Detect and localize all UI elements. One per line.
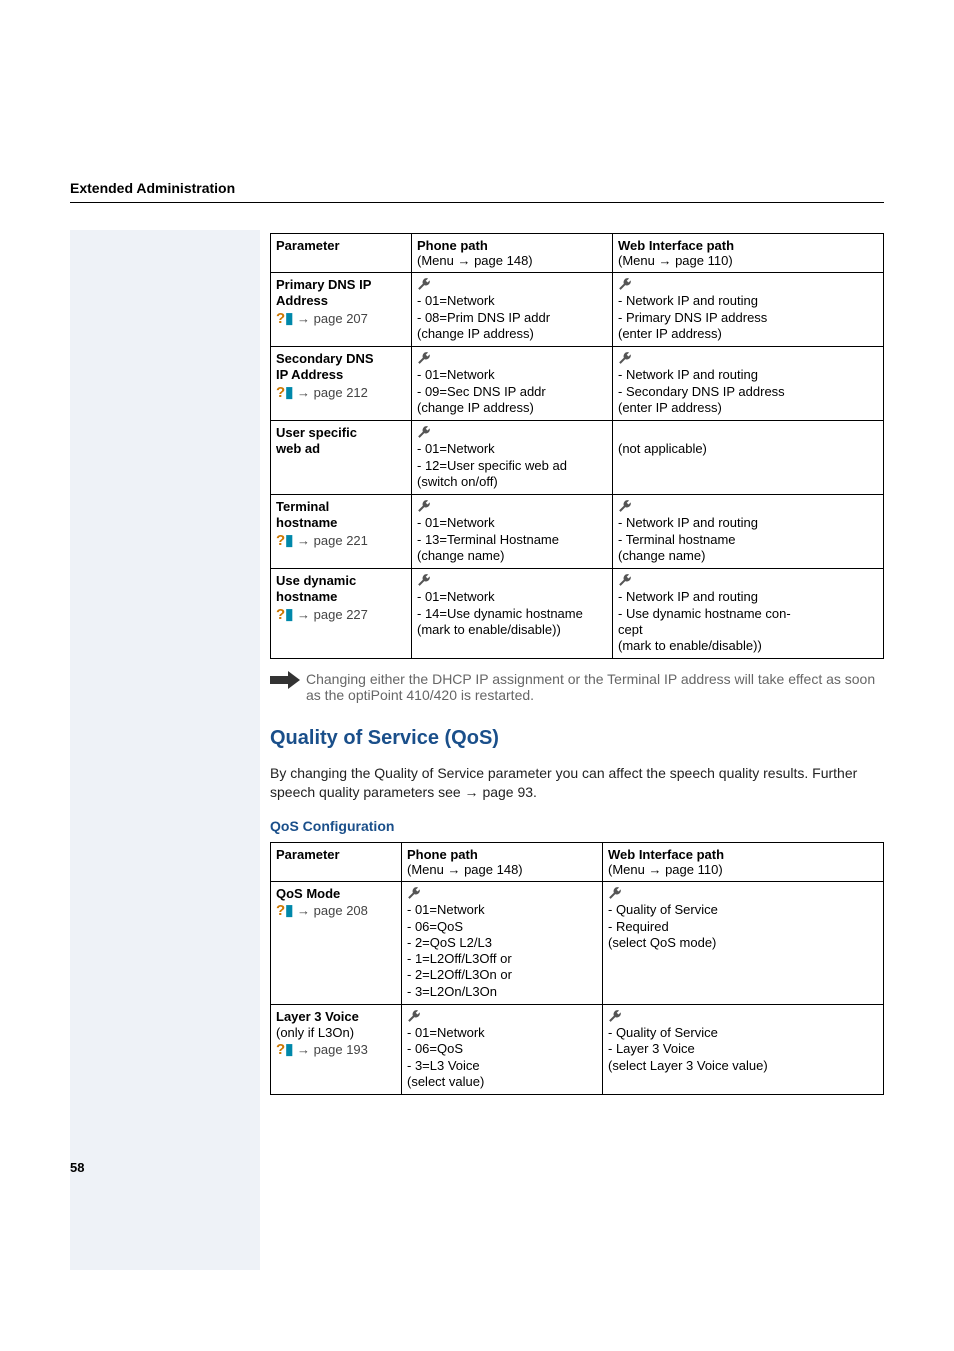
page-header: Extended Administration <box>70 180 884 203</box>
web-path-cell: - Network IP and routing- Primary DNS IP… <box>613 273 884 347</box>
phone-path-cell: - 01=Network- 06=QoS- 3=L3 Voice(select … <box>402 1004 603 1094</box>
web-path-cell: - Network IP and routing- Secondary DNS … <box>613 347 884 421</box>
phone-path-cell: - 01=Network- 08=Prim DNS IP addr(change… <box>412 273 613 347</box>
web-path-cell: - Quality of Service- Required(select Qo… <box>603 882 884 1005</box>
page-ref-link[interactable]: ?▮ → page 193 <box>276 1042 368 1057</box>
page-ref-text: → page 212 <box>293 385 367 400</box>
wrench-icon <box>417 351 431 366</box>
qos-heading: Quality of Service (QoS) <box>270 727 884 750</box>
wrench-icon <box>417 425 431 440</box>
table-row: Terminalhostname?▮ → page 221 <box>271 495 412 569</box>
table-row: Use dynamichostname?▮ → page 227 <box>271 569 412 659</box>
wrench-icon <box>417 499 431 514</box>
th-phone-path: Phone path <box>417 238 488 253</box>
phone-path-cell: - 01=Network- 13=Terminal Hostname(chang… <box>412 495 613 569</box>
wrench-icon <box>608 886 622 901</box>
wrench-icon <box>417 277 431 292</box>
left-margin-bar <box>70 230 260 1270</box>
page-ref-text: → page 207 <box>293 311 367 326</box>
th-web-path: Web Interface path <box>618 238 734 253</box>
th2-parameter: Parameter <box>271 843 402 882</box>
wrench-icon <box>417 573 431 588</box>
wrench-icon <box>407 1009 421 1024</box>
wrench-icon <box>618 277 632 292</box>
page-ref-text: → page 227 <box>293 607 367 622</box>
phone-path-cell: - 01=Network- 09=Sec DNS IP addr(change … <box>412 347 613 421</box>
th2-web-path-sub: (Menu → page 110) <box>608 862 723 877</box>
th2-phone-path: Phone path <box>407 847 478 862</box>
note-arrow-icon <box>270 671 306 692</box>
phone-path-cell: - 01=Network- 06=QoS- 2=QoS L2/L3- 1=L2O… <box>402 882 603 1005</box>
page-ref-text: → page 208 <box>293 903 367 918</box>
page-ref-link[interactable]: ?▮ → page 221 <box>276 533 368 548</box>
table-row: User specificweb ad <box>271 421 412 495</box>
table-row: QoS Mode?▮ → page 208 <box>271 882 402 1005</box>
page-number: 58 <box>70 1160 84 1175</box>
qos-body: By changing the Quality of Service param… <box>270 764 884 802</box>
wrench-icon <box>618 499 632 514</box>
th2-web-path: Web Interface path <box>608 847 724 862</box>
page-ref-link[interactable]: ?▮ → page 207 <box>276 311 368 326</box>
page-ref-link[interactable]: ?▮ → page 212 <box>276 385 368 400</box>
params-table-1: Parameter Phone path (Menu → page 148) W… <box>270 233 884 659</box>
web-path-cell: - Network IP and routing- Use dynamic ho… <box>613 569 884 659</box>
th-parameter: Parameter <box>271 234 412 273</box>
phone-path-cell: - 01=Network- 14=Use dynamic hostname(ma… <box>412 569 613 659</box>
web-path-cell: - Network IP and routing- Terminal hostn… <box>613 495 884 569</box>
wrench-icon <box>608 1009 622 1024</box>
wrench-icon <box>618 573 632 588</box>
table-row: Secondary DNSIP Address?▮ → page 212 <box>271 347 412 421</box>
page-ref-link[interactable]: ?▮ → page 208 <box>276 903 368 918</box>
th-web-path-sub: (Menu → page 110) <box>618 253 733 268</box>
table-row: Layer 3 Voice(only if L3On)?▮ → page 193 <box>271 1004 402 1094</box>
wrench-icon <box>618 351 632 366</box>
page-ref-text: → page 221 <box>293 533 367 548</box>
page-ref-link[interactable]: ?▮ → page 227 <box>276 607 368 622</box>
web-path-cell: (not applicable) <box>613 421 884 495</box>
table-row: Primary DNS IPAddress?▮ → page 207 <box>271 273 412 347</box>
note-text: Changing either the DHCP IP assignment o… <box>306 671 884 703</box>
th2-phone-path-sub: (Menu → page 148) <box>407 862 523 877</box>
web-path-cell: - Quality of Service- Layer 3 Voice(sele… <box>603 1004 884 1094</box>
params-table-2: Parameter Phone path (Menu → page 148) W… <box>270 842 884 1095</box>
phone-path-cell: - 01=Network- 12=User specific web ad(sw… <box>412 421 613 495</box>
th-phone-path-sub: (Menu → page 148) <box>417 253 533 268</box>
wrench-icon <box>407 886 421 901</box>
qos-config-heading: QoS Configuration <box>270 818 884 834</box>
page-ref-text: → page 193 <box>293 1042 367 1057</box>
